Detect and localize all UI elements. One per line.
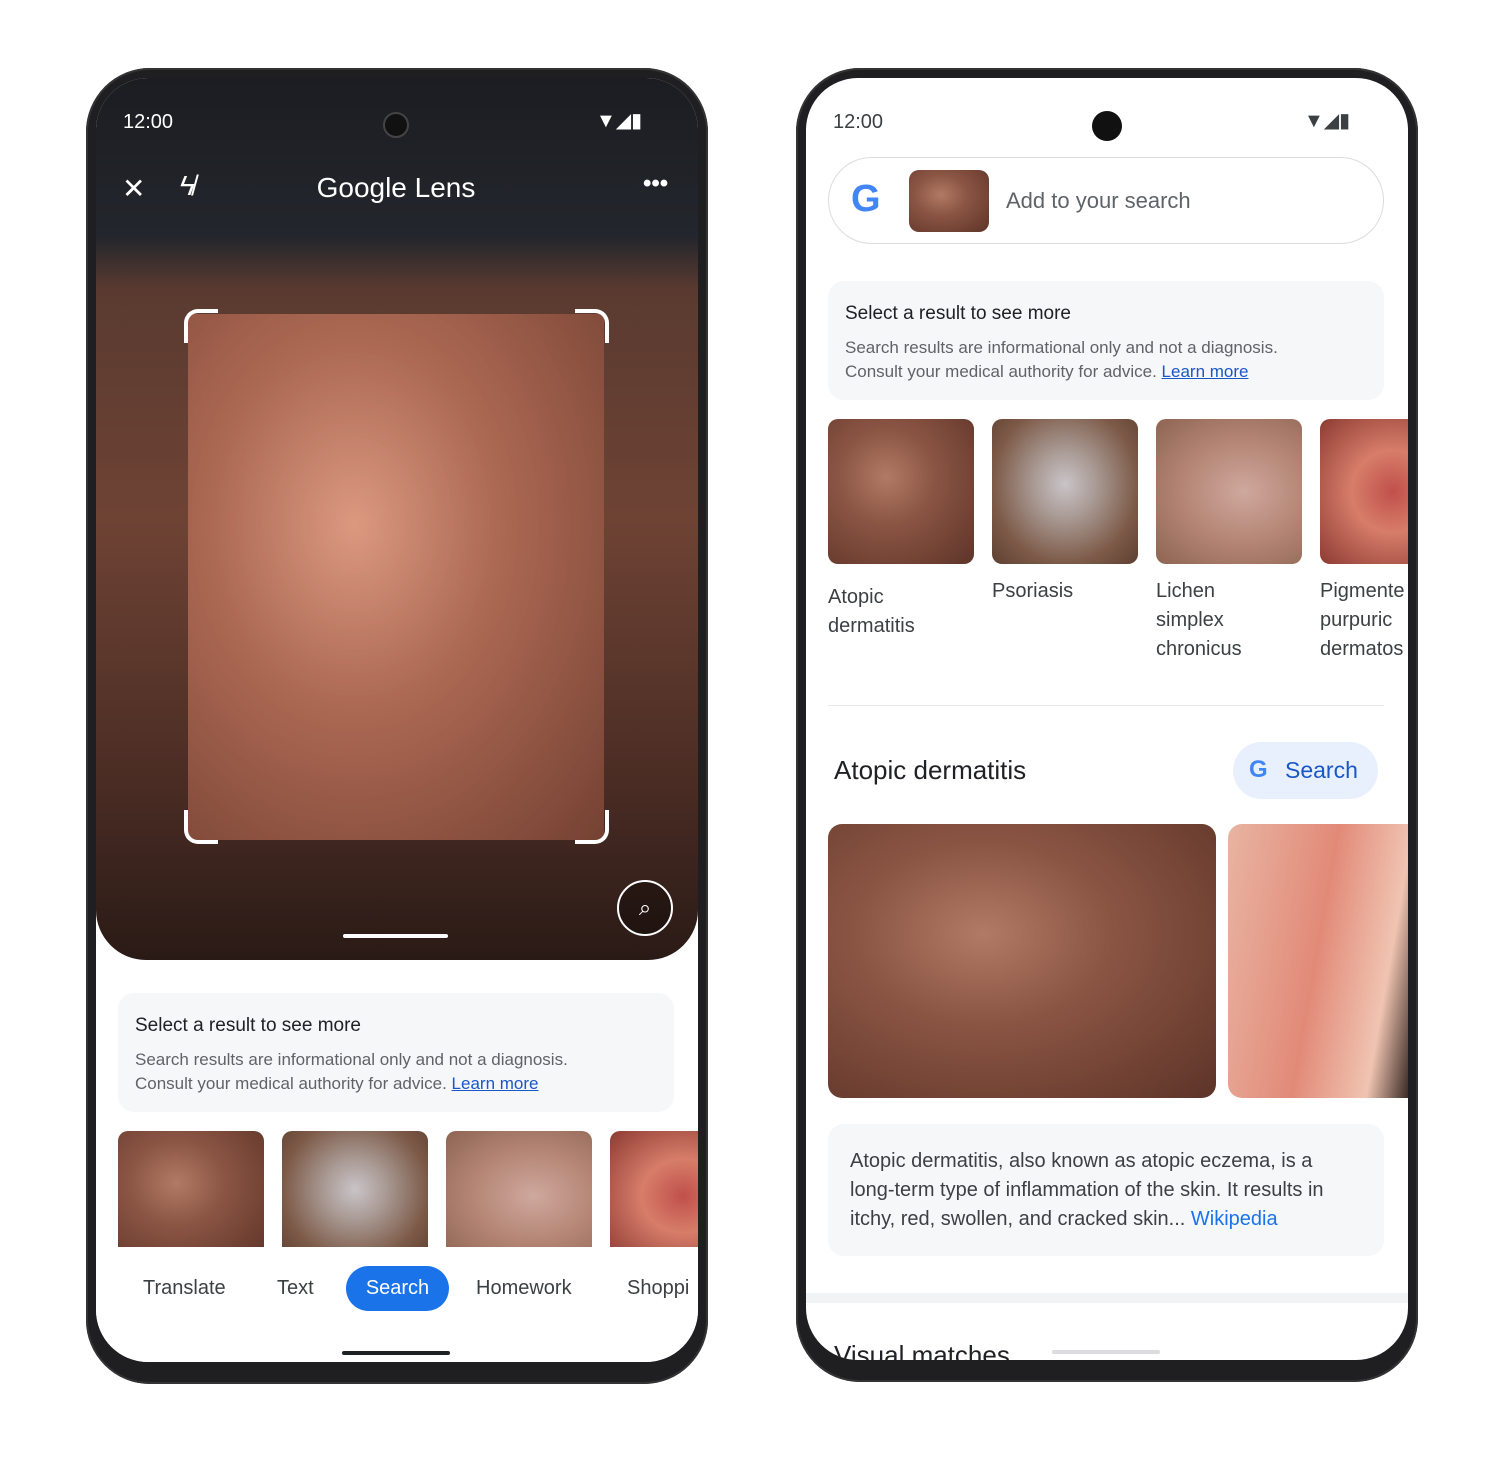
google-search-button[interactable]: G Search <box>1233 742 1378 799</box>
google-logo-icon: G <box>1249 756 1268 783</box>
tab-search[interactable]: Search <box>346 1266 449 1311</box>
status-time: 12:00 <box>833 111 884 133</box>
card-line: Consult your medical authority for advic… <box>845 362 1249 381</box>
description-line: Atopic dermatitis, also known as atopic … <box>850 1150 1313 1172</box>
right-phone-screen: 12:00 ▼◢▮ G Add to your search Select a … <box>806 78 1408 1360</box>
learn-more-link[interactable]: Learn more <box>1162 362 1249 381</box>
result-label: simplex <box>1156 609 1224 631</box>
tab-translate[interactable]: Translate <box>143 1277 226 1300</box>
crop-corner[interactable] <box>184 309 218 343</box>
drag-handle[interactable] <box>343 934 448 938</box>
search-input[interactable]: Add to your search <box>1006 188 1191 214</box>
description-line: itchy, red, swollen, and cracked skin...… <box>850 1208 1278 1230</box>
card-line: Consult your medical authority for advic… <box>135 1074 539 1093</box>
camera-hole <box>1092 111 1122 141</box>
search-bar[interactable]: G Add to your search <box>828 157 1384 244</box>
status-icons: ▼◢▮ <box>1304 110 1351 132</box>
status-icons: ▼◢▮ <box>596 110 643 132</box>
crop-corner[interactable] <box>575 810 609 844</box>
result-label: dermatos <box>1320 638 1404 660</box>
condition-image[interactable] <box>1228 824 1408 1098</box>
selected-region <box>188 314 604 840</box>
mode-tab-bar: Translate Text Search Homework Shoppi <box>96 1247 698 1362</box>
crop-corner[interactable] <box>184 810 218 844</box>
description-line: long-term type of inflammation of the sk… <box>850 1179 1324 1201</box>
disclaimer-card: Select a result to see more Search resul… <box>828 281 1384 400</box>
sheet-drag-handle[interactable] <box>1052 1350 1160 1354</box>
learn-more-link[interactable]: Learn more <box>452 1074 539 1093</box>
card-line: Search results are informational only an… <box>845 338 1278 357</box>
left-phone-screen: 12:00 ▼◢▮ ✕ ϟ̸ Google Lens ••• ⌕ Select … <box>96 78 698 1362</box>
section-separator <box>806 1293 1408 1303</box>
status-time: 12:00 <box>123 111 174 133</box>
card-title: Select a result to see more <box>845 303 1071 324</box>
tab-text[interactable]: Text <box>277 1277 314 1300</box>
tab-homework[interactable]: Homework <box>476 1277 572 1300</box>
result-thumbnail[interactable] <box>1156 419 1302 564</box>
home-indicator[interactable] <box>342 1351 450 1355</box>
visual-matches-title: Visual matches <box>834 1340 1010 1360</box>
query-image-thumbnail[interactable] <box>909 170 989 232</box>
result-thumbnail[interactable] <box>282 1131 428 1261</box>
result-thumbnail[interactable] <box>610 1131 698 1261</box>
search-button-label: Search <box>1285 757 1358 783</box>
more-options-icon[interactable]: ••• <box>643 170 668 198</box>
result-label: Atopic <box>828 586 884 608</box>
description-card: Atopic dermatitis, also known as atopic … <box>828 1124 1384 1256</box>
tab-shopping[interactable]: Shoppi <box>627 1277 689 1300</box>
result-thumbnail[interactable] <box>446 1131 592 1261</box>
google-logo-icon: G <box>851 178 881 220</box>
app-title: Google Lens <box>316 172 476 203</box>
result-label: Lichen <box>1156 580 1215 602</box>
divider <box>828 705 1384 706</box>
wikipedia-link[interactable]: Wikipedia <box>1191 1208 1278 1230</box>
crop-corner[interactable] <box>575 309 609 343</box>
result-label: Psoriasis <box>992 580 1074 602</box>
result-thumbnail[interactable] <box>828 419 974 564</box>
result-label: purpuric <box>1320 609 1393 631</box>
result-label: dermatitis <box>828 615 915 637</box>
result-thumbnail[interactable] <box>1320 419 1408 564</box>
card-line: Search results are informational only an… <box>135 1050 568 1069</box>
condition-image[interactable] <box>828 824 1216 1098</box>
card-title: Select a result to see more <box>135 1015 361 1036</box>
disclaimer-card: Select a result to see more Search resul… <box>118 993 674 1112</box>
result-thumbnail[interactable] <box>118 1131 264 1261</box>
result-thumbnail[interactable] <box>992 419 1138 564</box>
camera-hole <box>383 112 409 138</box>
lens-search-button[interactable]: ⌕ <box>617 880 673 936</box>
result-label: Pigmente <box>1320 580 1405 602</box>
section-title: Atopic dermatitis <box>834 755 1027 785</box>
result-label: chronicus <box>1156 638 1242 660</box>
